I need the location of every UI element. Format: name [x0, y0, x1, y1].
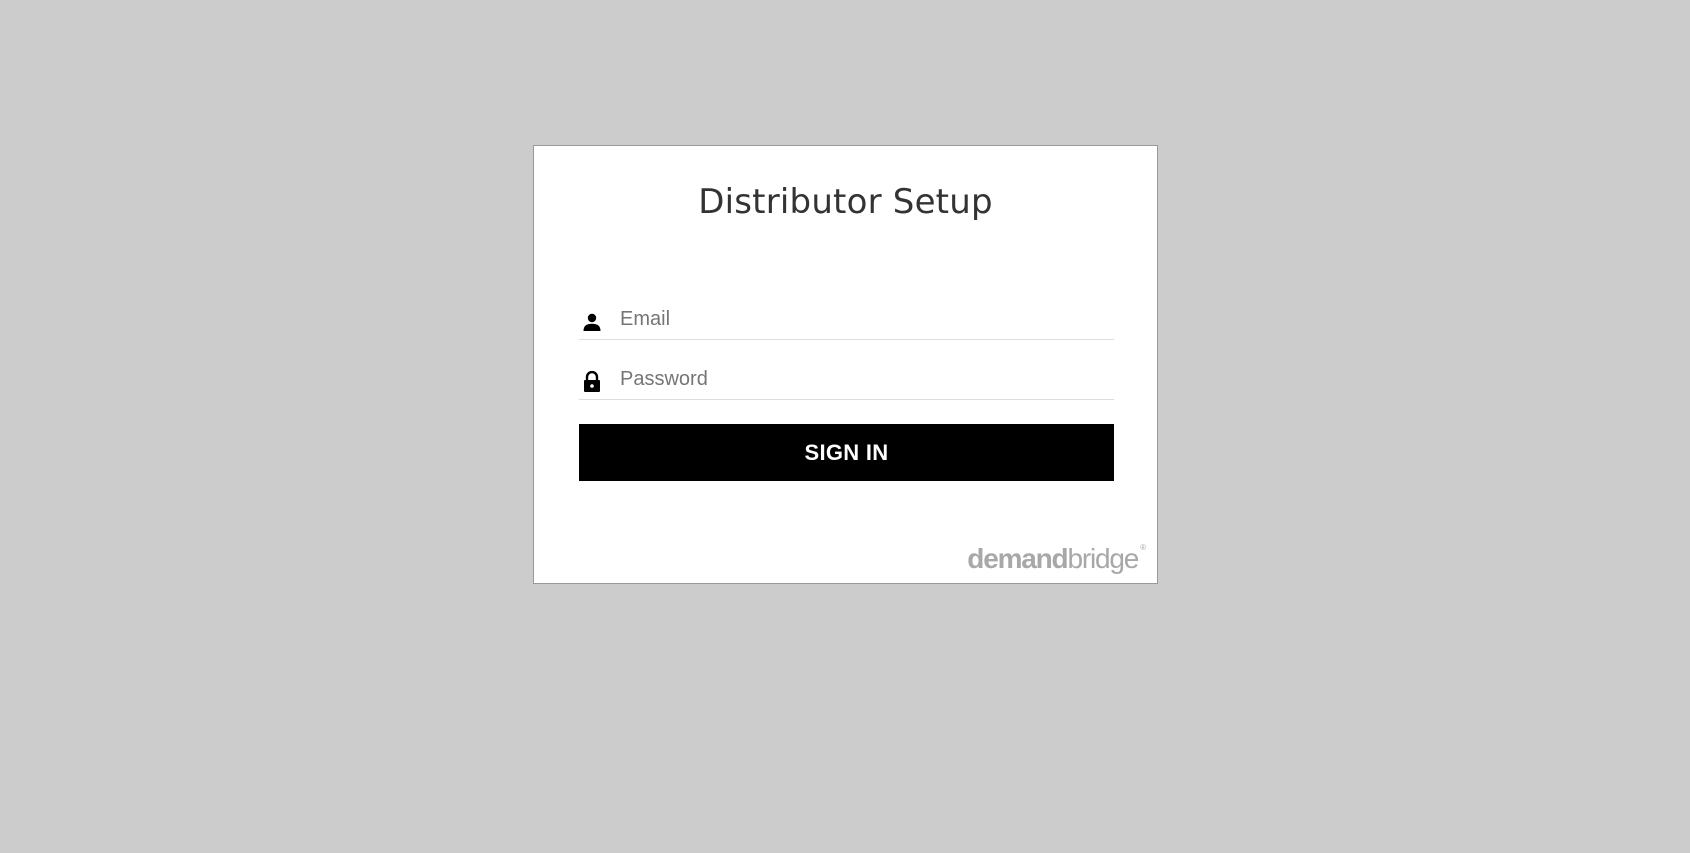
- page: Distributor Setup SIGN IN de: [0, 0, 1690, 853]
- password-field-row: [579, 359, 1114, 400]
- registered-mark: ®: [1140, 543, 1146, 552]
- logo-text-demand: demand: [967, 543, 1068, 574]
- email-field-row: [579, 299, 1114, 340]
- logo-text-bridge: bridge: [1067, 543, 1139, 574]
- sign-in-button[interactable]: SIGN IN: [579, 424, 1114, 481]
- password-input[interactable]: [605, 361, 1114, 397]
- demandbridge-logo: demandbridge ®: [967, 543, 1146, 574]
- lock-icon: [579, 369, 605, 395]
- login-card: Distributor Setup SIGN IN de: [533, 145, 1158, 584]
- page-title: Distributor Setup: [698, 182, 993, 222]
- email-input[interactable]: [605, 301, 1114, 337]
- person-icon: [579, 309, 605, 335]
